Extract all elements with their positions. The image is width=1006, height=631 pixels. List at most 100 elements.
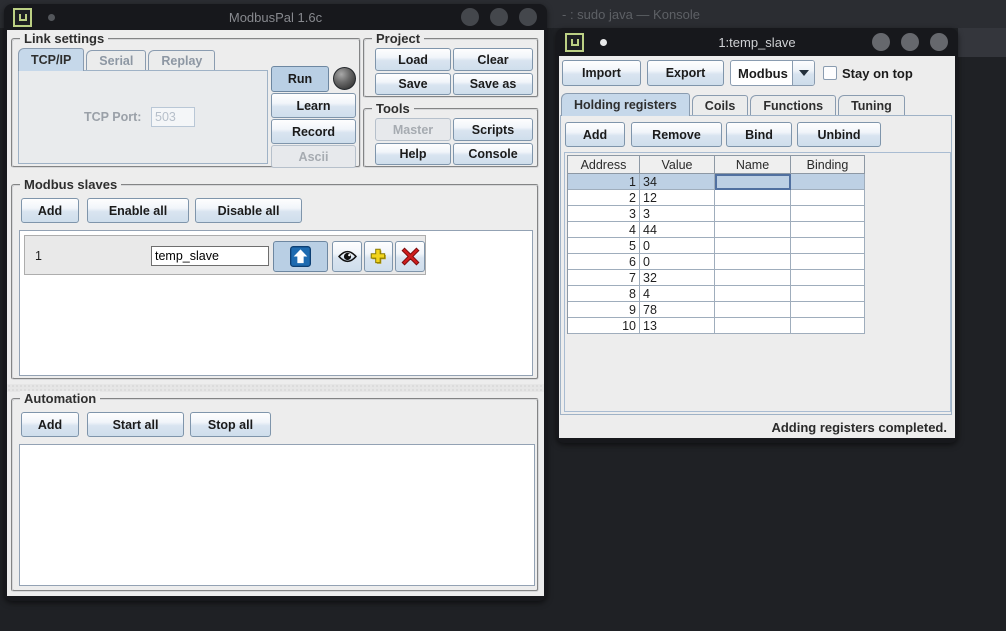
table-row[interactable]: 60 bbox=[568, 254, 865, 270]
column-header-value[interactable]: Value bbox=[640, 156, 715, 174]
tab-functions[interactable]: Functions bbox=[750, 95, 836, 116]
cell-name[interactable] bbox=[715, 206, 791, 222]
cell-value[interactable]: 13 bbox=[640, 318, 715, 334]
cell-binding[interactable] bbox=[791, 302, 865, 318]
cell-binding[interactable] bbox=[791, 270, 865, 286]
cell-value[interactable]: 4 bbox=[640, 286, 715, 302]
window-maximize-button[interactable] bbox=[490, 8, 508, 26]
slave-row[interactable]: 1 bbox=[24, 235, 426, 275]
slave-delete-button[interactable] bbox=[395, 241, 425, 272]
cell-address[interactable]: 5 bbox=[568, 238, 640, 254]
import-button[interactable]: Import bbox=[562, 60, 641, 86]
cell-name[interactable] bbox=[715, 238, 791, 254]
stay-on-top-checkbox[interactable] bbox=[823, 66, 837, 80]
run-button[interactable]: Run bbox=[271, 66, 329, 92]
table-row[interactable]: 33 bbox=[568, 206, 865, 222]
window-close-button[interactable] bbox=[519, 8, 537, 26]
cell-address[interactable]: 4 bbox=[568, 222, 640, 238]
export-button[interactable]: Export bbox=[647, 60, 724, 86]
cell-name[interactable] bbox=[715, 190, 791, 206]
master-button[interactable]: Master bbox=[375, 118, 451, 141]
disable-all-button[interactable]: Disable all bbox=[195, 198, 302, 223]
cell-binding[interactable] bbox=[791, 222, 865, 238]
cell-name[interactable] bbox=[715, 318, 791, 334]
slave-duplicate-button[interactable] bbox=[364, 241, 393, 272]
cell-binding[interactable] bbox=[791, 286, 865, 302]
save-button[interactable]: Save bbox=[375, 73, 451, 95]
tab-serial[interactable]: Serial bbox=[86, 50, 146, 71]
scripts-button[interactable]: Scripts bbox=[453, 118, 533, 141]
cell-value[interactable]: 44 bbox=[640, 222, 715, 238]
cell-value[interactable]: 0 bbox=[640, 238, 715, 254]
slave-name-input[interactable] bbox=[151, 246, 269, 266]
cell-value[interactable]: 0 bbox=[640, 254, 715, 270]
cell-name[interactable] bbox=[715, 286, 791, 302]
tcp-port-input[interactable] bbox=[151, 107, 195, 127]
help-button[interactable]: Help bbox=[375, 143, 451, 165]
cell-address[interactable]: 2 bbox=[568, 190, 640, 206]
cell-address[interactable]: 8 bbox=[568, 286, 640, 302]
cell-value[interactable]: 32 bbox=[640, 270, 715, 286]
console-button[interactable]: Console bbox=[453, 143, 533, 165]
slave-add-button[interactable]: Add bbox=[21, 198, 79, 223]
slave-enabled-toggle[interactable] bbox=[273, 241, 328, 272]
cell-address[interactable]: 10 bbox=[568, 318, 640, 334]
table-row[interactable]: 134 bbox=[568, 174, 865, 190]
cell-binding[interactable] bbox=[791, 174, 865, 190]
cell-name[interactable] bbox=[715, 254, 791, 270]
slave-view-button[interactable] bbox=[332, 241, 362, 272]
column-header-binding[interactable]: Binding bbox=[791, 156, 865, 174]
register-add-button[interactable]: Add bbox=[565, 122, 625, 147]
table-row[interactable]: 978 bbox=[568, 302, 865, 318]
window-minimize-button[interactable] bbox=[461, 8, 479, 26]
cell-name[interactable] bbox=[715, 302, 791, 318]
learn-button[interactable]: Learn bbox=[271, 93, 356, 118]
cell-address[interactable]: 1 bbox=[568, 174, 640, 190]
cell-name[interactable] bbox=[715, 270, 791, 286]
load-button[interactable]: Load bbox=[375, 48, 451, 71]
register-remove-button[interactable]: Remove bbox=[631, 122, 722, 147]
modbuspal-titlebar[interactable]: ModbusPal 1.6c bbox=[4, 4, 547, 30]
table-row[interactable]: 212 bbox=[568, 190, 865, 206]
cell-address[interactable]: 7 bbox=[568, 270, 640, 286]
chevron-down-icon[interactable] bbox=[792, 61, 814, 85]
table-row[interactable]: 732 bbox=[568, 270, 865, 286]
bind-button[interactable]: Bind bbox=[726, 122, 792, 147]
record-button[interactable]: Record bbox=[271, 119, 356, 144]
cell-binding[interactable] bbox=[791, 190, 865, 206]
cell-value[interactable]: 34 bbox=[640, 174, 715, 190]
stop-all-button[interactable]: Stop all bbox=[190, 412, 271, 437]
enable-all-button[interactable]: Enable all bbox=[87, 198, 189, 223]
table-row[interactable]: 50 bbox=[568, 238, 865, 254]
window-maximize-button[interactable] bbox=[901, 33, 919, 51]
cell-address[interactable]: 9 bbox=[568, 302, 640, 318]
table-row[interactable]: 1013 bbox=[568, 318, 865, 334]
column-header-address[interactable]: Address bbox=[568, 156, 640, 174]
tab-replay[interactable]: Replay bbox=[148, 50, 215, 71]
save-as-button[interactable]: Save as bbox=[453, 73, 533, 95]
cell-value[interactable]: 12 bbox=[640, 190, 715, 206]
unbind-button[interactable]: Unbind bbox=[797, 122, 881, 147]
cell-binding[interactable] bbox=[791, 254, 865, 270]
tab-holding-registers[interactable]: Holding registers bbox=[561, 93, 690, 116]
column-header-name[interactable]: Name bbox=[715, 156, 791, 174]
cell-name[interactable] bbox=[715, 222, 791, 238]
slave-titlebar[interactable]: 1:temp_slave bbox=[556, 28, 958, 56]
window-minimize-button[interactable] bbox=[872, 33, 890, 51]
automation-add-button[interactable]: Add bbox=[21, 412, 79, 437]
cell-name[interactable] bbox=[715, 174, 791, 190]
start-all-button[interactable]: Start all bbox=[87, 412, 184, 437]
clear-button[interactable]: Clear bbox=[453, 48, 533, 71]
cell-value[interactable]: 78 bbox=[640, 302, 715, 318]
cell-value[interactable]: 3 bbox=[640, 206, 715, 222]
cell-address[interactable]: 6 bbox=[568, 254, 640, 270]
cell-binding[interactable] bbox=[791, 238, 865, 254]
window-close-button[interactable] bbox=[930, 33, 948, 51]
tab-tcpip[interactable]: TCP/IP bbox=[18, 48, 84, 71]
cell-binding[interactable] bbox=[791, 318, 865, 334]
table-row[interactable]: 444 bbox=[568, 222, 865, 238]
tab-coils[interactable]: Coils bbox=[692, 95, 749, 116]
cell-address[interactable]: 3 bbox=[568, 206, 640, 222]
modbus-mode-select[interactable]: Modbus bbox=[730, 60, 815, 86]
tab-tuning[interactable]: Tuning bbox=[838, 95, 905, 116]
